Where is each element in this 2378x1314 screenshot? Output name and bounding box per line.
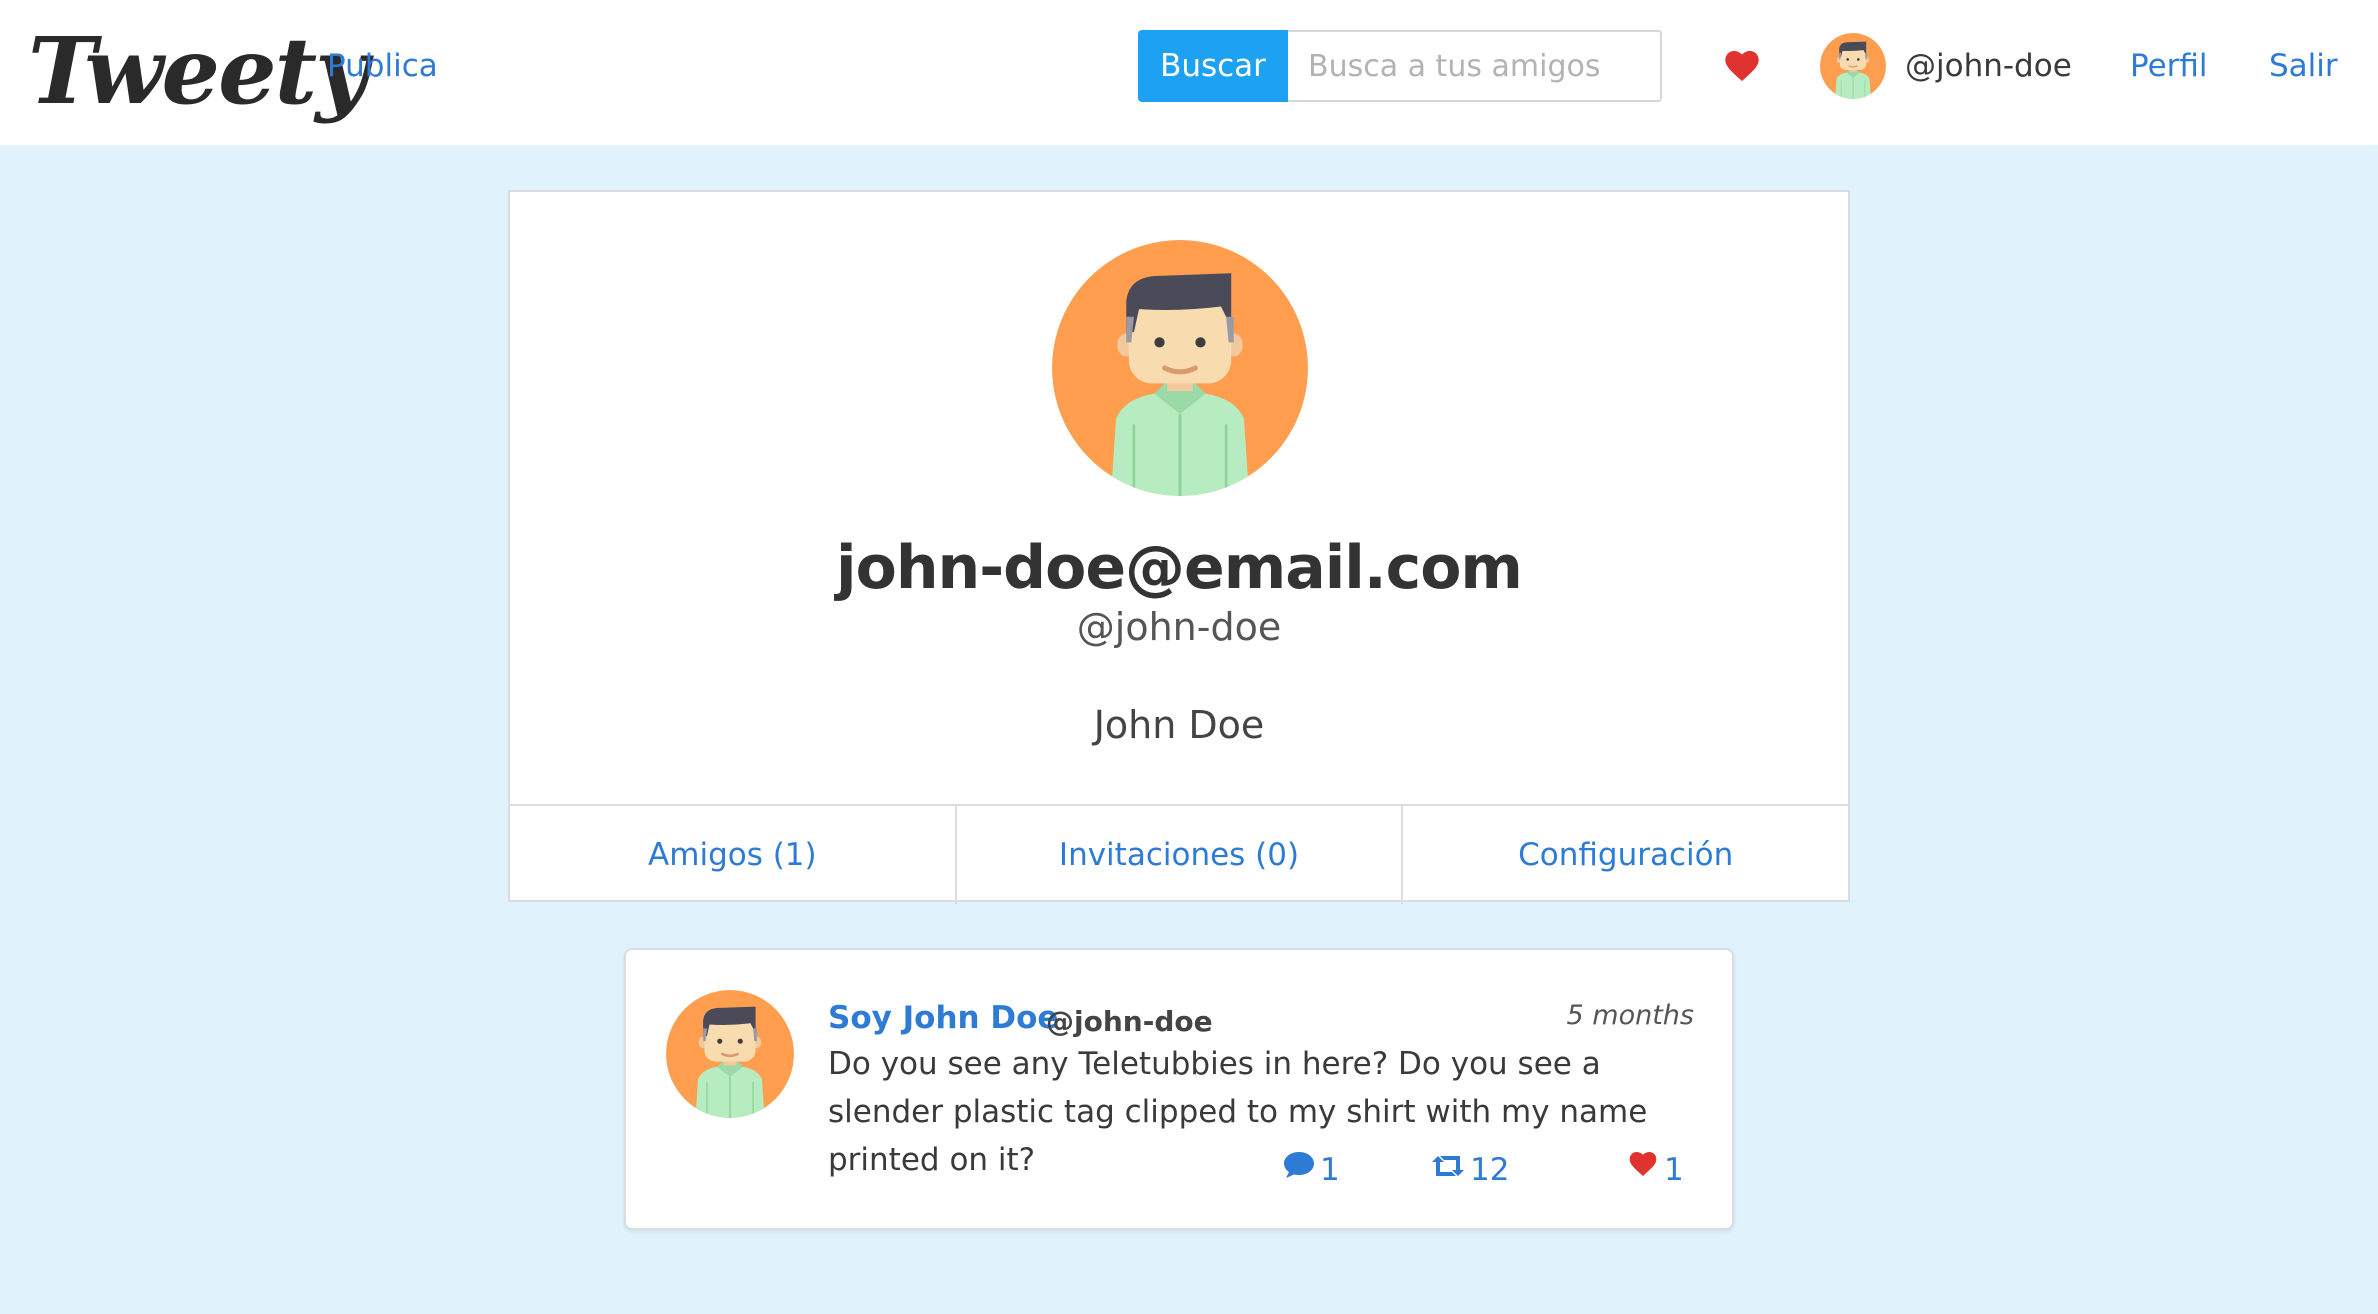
tab-invitations[interactable]: Invitaciones (0) <box>954 806 1402 904</box>
comment-icon <box>1282 1148 1320 1192</box>
profile-link[interactable]: Perfil <box>2130 40 2208 92</box>
retweet-count: 12 <box>1470 1152 1510 1188</box>
logout-link[interactable]: Salir <box>2269 40 2338 92</box>
tab-settings[interactable]: Configuración <box>1401 806 1848 904</box>
brand-logo[interactable]: Tweety <box>28 6 369 136</box>
tweet-text: Do you see any Teletubbies in here? Do y… <box>828 1046 1648 1178</box>
tweet-avatar[interactable] <box>666 990 794 1118</box>
comment-count: 1 <box>1320 1152 1340 1188</box>
comment-button[interactable]: 1 <box>1282 1148 1340 1192</box>
heart-icon <box>1626 1148 1664 1192</box>
navbar: Tweety Publica Buscar @john-doe Perfil S… <box>0 0 2378 145</box>
tweet-card: Soy John Doe @john-doe 5 months Do you s… <box>624 948 1734 1230</box>
heart-icon[interactable] <box>1722 46 1762 86</box>
tab-friends[interactable]: Amigos (1) <box>510 806 955 904</box>
profile-name: John Doe <box>1093 703 1265 747</box>
nav-user-handle: @john-doe <box>1905 48 2072 84</box>
like-count: 1 <box>1664 1152 1684 1188</box>
profile-handle: @john-doe <box>1076 605 1282 649</box>
publish-link[interactable]: Publica <box>327 40 438 92</box>
retweet-icon <box>1430 1148 1470 1192</box>
tweet-author[interactable]: Soy John Doe <box>828 996 1058 1040</box>
profile-tabs: Amigos (1) Invitaciones (0) Configuració… <box>510 804 1848 904</box>
nav-avatar[interactable] <box>1820 33 1886 99</box>
like-button[interactable]: 1 <box>1626 1148 1684 1192</box>
search-button[interactable]: Buscar <box>1138 30 1288 102</box>
tweet-handle: @john-doe <box>1046 1005 1213 1038</box>
search-input[interactable] <box>1288 30 1662 102</box>
profile-avatar <box>1052 240 1308 496</box>
tweet-timestamp: 5 months <box>1566 1000 1694 1031</box>
retweet-button[interactable]: 12 <box>1430 1148 1509 1192</box>
profile-email: john-doe@email.com <box>836 533 1523 603</box>
profile-card: john-doe@email.com @john-doe John Doe Am… <box>508 190 1850 904</box>
